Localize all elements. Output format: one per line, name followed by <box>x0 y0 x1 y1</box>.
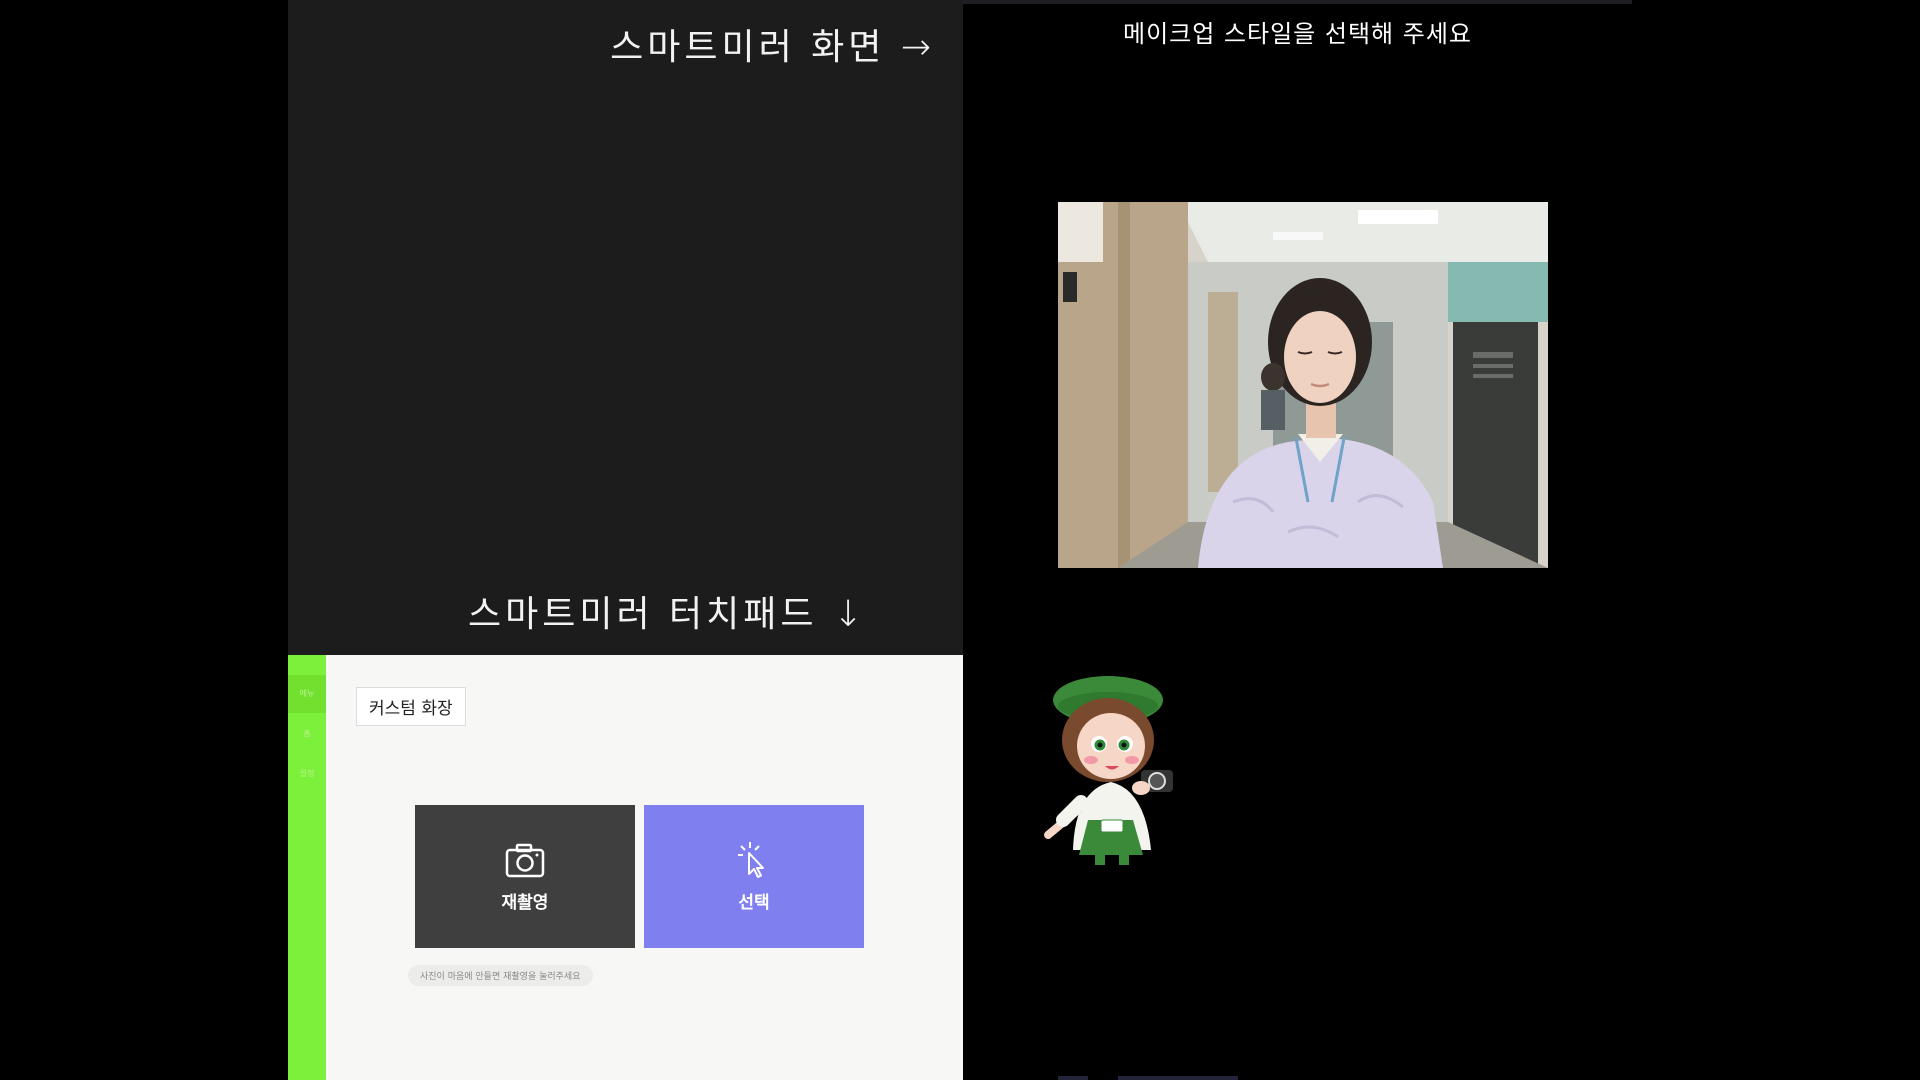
smart-mirror-touchpad: 메뉴 홈 설정 커스텀 화장 재촬영 선택 사진이 마음에 안들면 재촬영을 눌… <box>288 655 963 1080</box>
mirror-screen-label: 스마트미러 화면 → <box>610 27 935 68</box>
camera-feed <box>1058 202 1548 568</box>
camera-icon <box>505 843 545 878</box>
touchpad-label: 스마트미러 터치패드 ↓ <box>468 594 868 635</box>
retake-button[interactable]: 재촬영 <box>415 805 635 948</box>
rail-item-home[interactable]: 홈 <box>288 715 326 753</box>
custom-makeup-chip[interactable]: 커스텀 화장 <box>356 687 466 726</box>
side-rail: 메뉴 홈 설정 <box>288 655 326 1080</box>
select-label: 선택 <box>738 893 770 913</box>
top-divider <box>963 0 1632 4</box>
camera-feed-image <box>1058 202 1548 568</box>
rail-item-settings[interactable]: 설정 <box>288 755 326 793</box>
mirror-screen: 메이크업 스타일을 선택해 주세요 <box>963 0 1632 1080</box>
rail-item-menu[interactable]: 메뉴 <box>288 675 326 713</box>
retake-label: 재촬영 <box>501 893 549 913</box>
left-instruction-panel: 스마트미러 화면 → 스마트미러 터치패드 ↓ <box>288 0 963 655</box>
app-stage: 스마트미러 화면 → 스마트미러 터치패드 ↓ 메뉴 홈 설정 커스텀 화장 재… <box>0 0 1920 1080</box>
tap-cursor-icon <box>738 842 764 878</box>
select-button[interactable]: 선택 <box>644 805 864 948</box>
page-indicator <box>1058 1076 1238 1080</box>
makeup-style-prompt: 메이크업 스타일을 선택해 주세요 <box>1122 20 1472 48</box>
mascot-character <box>1044 676 1173 865</box>
hint-text: 사진이 마음에 안들면 재촬영을 눌러주세요 <box>408 965 593 986</box>
